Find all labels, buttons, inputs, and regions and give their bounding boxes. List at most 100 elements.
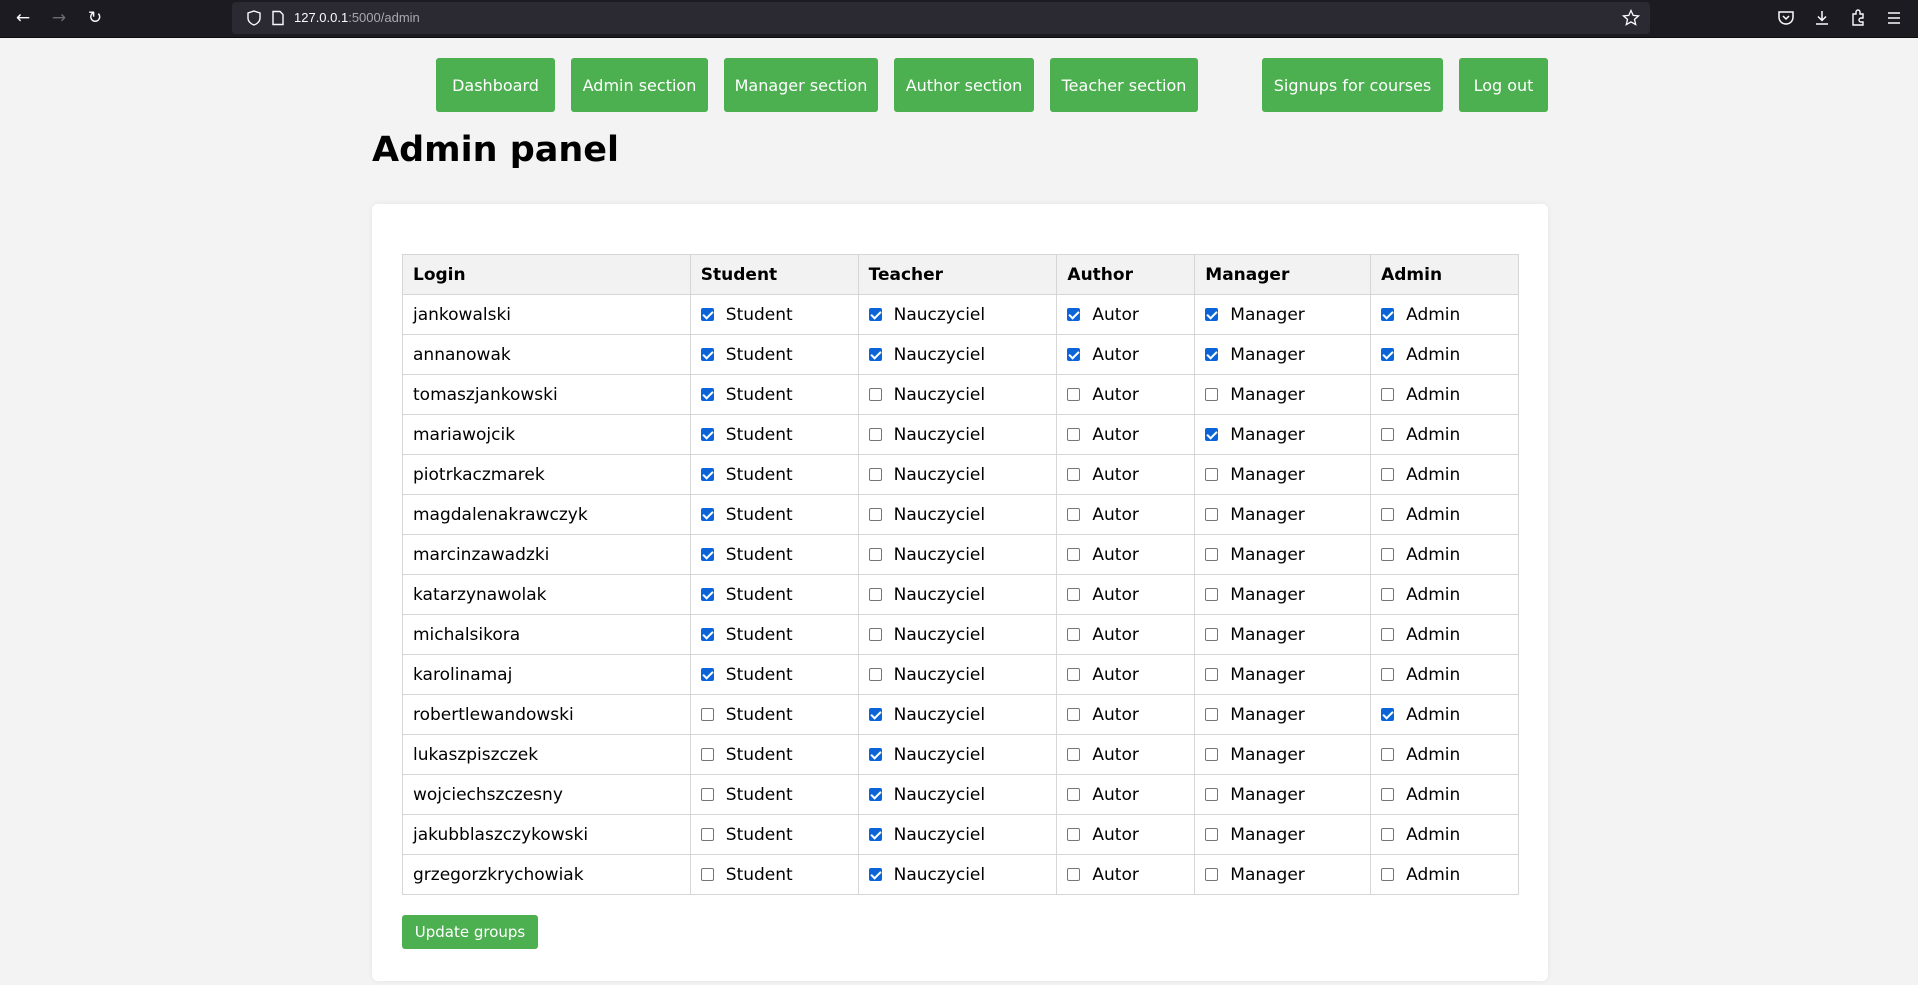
- admin-checkbox[interactable]: [1381, 827, 1395, 841]
- manager-checkbox-label[interactable]: Manager: [1230, 345, 1305, 365]
- admin-checkbox-label[interactable]: Admin: [1406, 785, 1460, 805]
- admin-checkbox[interactable]: [1381, 787, 1395, 801]
- dashboard-button[interactable]: Dashboard: [436, 58, 555, 112]
- author-checkbox-label[interactable]: Autor: [1092, 505, 1138, 525]
- teacher-checkbox-label[interactable]: Nauczyciel: [894, 545, 986, 565]
- teacher-checkbox-label[interactable]: Nauczyciel: [894, 625, 986, 645]
- author-checkbox[interactable]: [1067, 507, 1081, 521]
- student-checkbox-label[interactable]: Student: [726, 585, 793, 605]
- manager-checkbox[interactable]: [1205, 427, 1219, 441]
- author-checkbox[interactable]: [1067, 427, 1081, 441]
- admin-checkbox[interactable]: [1381, 347, 1395, 361]
- student-checkbox[interactable]: [700, 587, 714, 601]
- admin-checkbox-label[interactable]: Admin: [1406, 385, 1460, 405]
- manager-checkbox-label[interactable]: Manager: [1230, 305, 1305, 325]
- author-checkbox[interactable]: [1067, 667, 1081, 681]
- manager-checkbox[interactable]: [1205, 627, 1219, 641]
- url-text[interactable]: 127.0.0.1:5000/admin: [294, 2, 420, 34]
- update-groups-button[interactable]: Update groups: [402, 915, 538, 949]
- teacher-checkbox-label[interactable]: Nauczyciel: [894, 865, 986, 885]
- admin-checkbox-label[interactable]: Admin: [1406, 825, 1460, 845]
- teacher-checkbox[interactable]: [868, 547, 882, 561]
- manager-checkbox-label[interactable]: Manager: [1230, 625, 1305, 645]
- author-checkbox-label[interactable]: Autor: [1092, 425, 1138, 445]
- manager-checkbox[interactable]: [1205, 547, 1219, 561]
- teacher-checkbox-label[interactable]: Nauczyciel: [894, 825, 986, 845]
- author-checkbox-label[interactable]: Autor: [1092, 625, 1138, 645]
- admin-checkbox[interactable]: [1381, 707, 1395, 721]
- student-checkbox[interactable]: [700, 667, 714, 681]
- bookmark-star-icon[interactable]: [1622, 9, 1640, 27]
- teacher-checkbox[interactable]: [868, 667, 882, 681]
- author-checkbox[interactable]: [1067, 347, 1081, 361]
- author-checkbox-label[interactable]: Autor: [1092, 545, 1138, 565]
- student-checkbox[interactable]: [700, 427, 714, 441]
- student-checkbox[interactable]: [700, 867, 714, 881]
- author-checkbox-label[interactable]: Autor: [1092, 465, 1138, 485]
- author-checkbox[interactable]: [1067, 747, 1081, 761]
- manager-checkbox[interactable]: [1205, 787, 1219, 801]
- manager-checkbox-label[interactable]: Manager: [1230, 585, 1305, 605]
- admin-checkbox-label[interactable]: Admin: [1406, 625, 1460, 645]
- student-checkbox[interactable]: [700, 507, 714, 521]
- author-checkbox[interactable]: [1067, 307, 1081, 321]
- author-checkbox[interactable]: [1067, 547, 1081, 561]
- student-checkbox-label[interactable]: Student: [726, 825, 793, 845]
- author-checkbox-label[interactable]: Autor: [1092, 585, 1138, 605]
- admin-checkbox-label[interactable]: Admin: [1406, 465, 1460, 485]
- admin-checkbox[interactable]: [1381, 867, 1395, 881]
- admin-checkbox-label[interactable]: Admin: [1406, 505, 1460, 525]
- author-checkbox[interactable]: [1067, 787, 1081, 801]
- pocket-icon[interactable]: [1776, 8, 1796, 28]
- author-checkbox-label[interactable]: Autor: [1092, 345, 1138, 365]
- teacher-checkbox-label[interactable]: Nauczyciel: [894, 745, 986, 765]
- admin-checkbox[interactable]: [1381, 667, 1395, 681]
- teacher-checkbox[interactable]: [868, 307, 882, 321]
- teacher-checkbox-label[interactable]: Nauczyciel: [894, 465, 986, 485]
- student-checkbox-label[interactable]: Student: [726, 785, 793, 805]
- manager-checkbox[interactable]: [1205, 387, 1219, 401]
- student-checkbox-label[interactable]: Student: [726, 745, 793, 765]
- manager-checkbox-label[interactable]: Manager: [1230, 665, 1305, 685]
- teacher-checkbox-label[interactable]: Nauczyciel: [894, 585, 986, 605]
- admin-checkbox-label[interactable]: Admin: [1406, 665, 1460, 685]
- shield-icon[interactable]: [246, 10, 262, 26]
- student-checkbox-label[interactable]: Student: [726, 305, 793, 325]
- student-checkbox-label[interactable]: Student: [726, 665, 793, 685]
- back-icon[interactable]: ←: [12, 7, 34, 29]
- teacher-checkbox[interactable]: [868, 827, 882, 841]
- student-checkbox[interactable]: [700, 467, 714, 481]
- student-checkbox-label[interactable]: Student: [726, 425, 793, 445]
- student-checkbox[interactable]: [700, 707, 714, 721]
- extensions-icon[interactable]: [1848, 8, 1868, 28]
- author-checkbox[interactable]: [1067, 587, 1081, 601]
- admin-checkbox[interactable]: [1381, 387, 1395, 401]
- signups-button[interactable]: Signups for courses: [1262, 58, 1443, 112]
- admin-checkbox-label[interactable]: Admin: [1406, 745, 1460, 765]
- author-checkbox-label[interactable]: Autor: [1092, 865, 1138, 885]
- teacher-checkbox[interactable]: [868, 627, 882, 641]
- teacher-checkbox[interactable]: [868, 507, 882, 521]
- manager-checkbox-label[interactable]: Manager: [1230, 785, 1305, 805]
- teacher-checkbox-label[interactable]: Nauczyciel: [894, 505, 986, 525]
- student-checkbox-label[interactable]: Student: [726, 465, 793, 485]
- author-checkbox[interactable]: [1067, 467, 1081, 481]
- admin-checkbox[interactable]: [1381, 427, 1395, 441]
- teacher-checkbox[interactable]: [868, 387, 882, 401]
- manager-checkbox[interactable]: [1205, 747, 1219, 761]
- student-checkbox[interactable]: [700, 787, 714, 801]
- manager-checkbox-label[interactable]: Manager: [1230, 705, 1305, 725]
- admin-checkbox[interactable]: [1381, 507, 1395, 521]
- teacher-checkbox-label[interactable]: Nauczyciel: [894, 785, 986, 805]
- manager-checkbox-label[interactable]: Manager: [1230, 505, 1305, 525]
- reload-icon[interactable]: ↻: [84, 7, 106, 29]
- teacher-checkbox-label[interactable]: Nauczyciel: [894, 665, 986, 685]
- admin-checkbox[interactable]: [1381, 307, 1395, 321]
- teacher-checkbox-label[interactable]: Nauczyciel: [894, 385, 986, 405]
- student-checkbox-label[interactable]: Student: [726, 505, 793, 525]
- teacher-checkbox-label[interactable]: Nauczyciel: [894, 345, 986, 365]
- teacher-checkbox[interactable]: [868, 707, 882, 721]
- manager-checkbox[interactable]: [1205, 347, 1219, 361]
- manager-checkbox[interactable]: [1205, 507, 1219, 521]
- teacher-checkbox[interactable]: [868, 467, 882, 481]
